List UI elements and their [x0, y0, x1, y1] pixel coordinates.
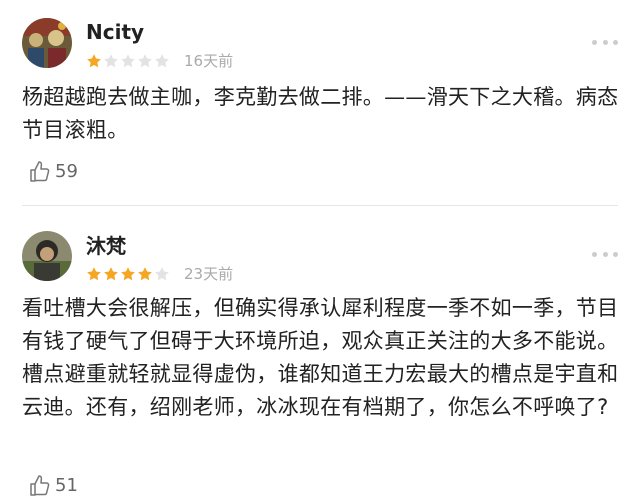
username[interactable]: 沐梵	[86, 234, 126, 258]
star-filled-icon	[87, 267, 101, 281]
star-empty-icon	[155, 267, 169, 281]
more-options-icon[interactable]	[592, 32, 618, 52]
like-button[interactable]: 51	[28, 474, 78, 498]
star-empty-icon	[121, 54, 135, 68]
comment-item-1: Ncity 16天前 杨超越跑去做主咖，李克勤去做二排。——滑天下之大稽。病态节…	[0, 0, 640, 206]
avatar[interactable]	[22, 231, 72, 281]
timestamp: 16天前	[184, 52, 234, 70]
star-filled-icon	[138, 267, 152, 281]
comment-item-2: 沐梵 23天前 看吐槽大会很解压，但确实得承认犀利程度一季不如一季，节目有钱了硬…	[0, 206, 640, 503]
star-filled-icon	[104, 267, 118, 281]
comment-text: 看吐槽大会很解压，但确实得承认犀利程度一季不如一季，节目有钱了硬气了但碍于大环境…	[22, 296, 619, 419]
star-filled-icon	[87, 54, 101, 68]
username[interactable]: Ncity	[86, 20, 144, 44]
like-button[interactable]: 59	[28, 160, 78, 184]
star-empty-icon	[138, 54, 152, 68]
like-count: 59	[55, 161, 78, 182]
star-rating	[86, 266, 170, 282]
star-empty-icon	[155, 54, 169, 68]
comment-text: 杨超越跑去做主咖，李克勤去做二排。——滑天下之大稽。病态节目滚粗。	[22, 85, 619, 142]
like-count: 51	[55, 475, 78, 496]
star-filled-icon	[121, 267, 135, 281]
thumbs-up-icon	[30, 475, 50, 496]
avatar[interactable]	[22, 18, 72, 68]
timestamp: 23天前	[184, 265, 234, 283]
thumbs-up-icon	[30, 161, 50, 182]
star-rating	[86, 53, 170, 69]
star-empty-icon	[104, 54, 118, 68]
more-options-icon[interactable]	[592, 244, 618, 264]
